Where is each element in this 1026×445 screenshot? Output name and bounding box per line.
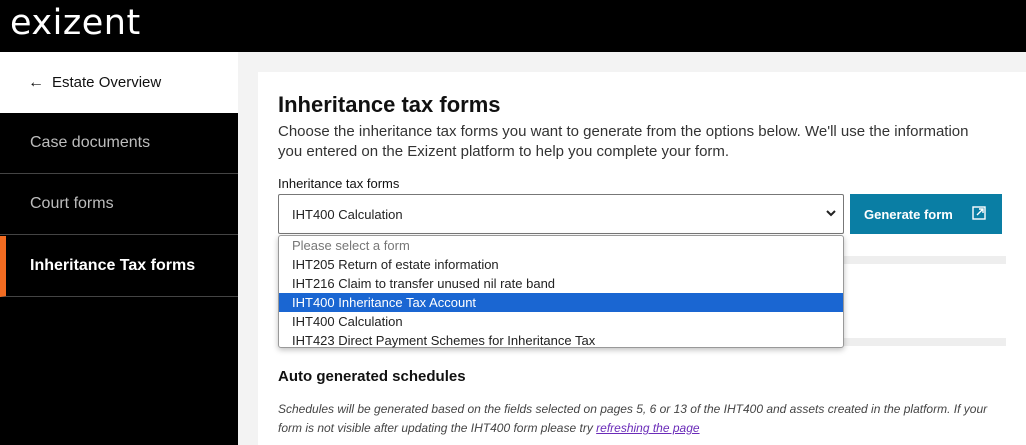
schedules-title: Auto generated schedules xyxy=(278,368,466,385)
sidebar: ← Estate Overview Case documents Court f… xyxy=(0,52,238,445)
form-select[interactable]: IHT400 Calculation xyxy=(278,194,844,234)
arrow-left-icon: ← xyxy=(28,73,44,91)
page-title: Inheritance tax forms xyxy=(278,92,501,117)
sidebar-item-case-documents[interactable]: Case documents xyxy=(0,113,238,174)
estate-overview-label: Estate Overview xyxy=(52,74,162,91)
top-bar: exizent xyxy=(0,0,1026,52)
form-dropdown-list[interactable]: Please select a form IHT205 Return of es… xyxy=(278,235,844,348)
dropdown-option-iht400-account[interactable]: IHT400 Inheritance Tax Account xyxy=(279,293,843,312)
divider xyxy=(844,338,1006,346)
dropdown-option-placeholder[interactable]: Please select a form xyxy=(279,236,843,255)
page-description: Choose the inheritance tax forms you wan… xyxy=(278,123,969,160)
dropdown-option-iht205[interactable]: IHT205 Return of estate information xyxy=(279,255,843,274)
sidebar-item-label: Case documents xyxy=(30,134,151,151)
schedules-note: Schedules will be generated based on the… xyxy=(278,400,1008,438)
sidebar-item-label: Inheritance Tax forms xyxy=(30,257,196,274)
sidebar-item-inheritance-tax-forms[interactable]: Inheritance Tax forms xyxy=(0,236,238,297)
form-select-label: Inheritance tax forms xyxy=(278,176,400,191)
dropdown-option-iht216[interactable]: IHT216 Claim to transfer unused nil rate… xyxy=(279,274,843,293)
exizent-logo[interactable]: exizent xyxy=(10,3,141,43)
chevron-down-icon xyxy=(826,210,836,217)
divider xyxy=(844,256,1006,264)
dropdown-option-iht400-calculation[interactable]: IHT400 Calculation xyxy=(279,312,843,331)
sidebar-item-label: Court forms xyxy=(30,195,114,212)
refresh-page-link[interactable]: refreshing the page xyxy=(596,421,699,435)
generate-form-button[interactable]: Generate form xyxy=(850,194,1002,234)
sidebar-item-court-forms[interactable]: Court forms xyxy=(0,174,238,235)
dropdown-option-iht423[interactable]: IHT423 Direct Payment Schemes for Inheri… xyxy=(279,331,843,350)
external-link-icon xyxy=(972,206,986,220)
generate-form-label: Generate form xyxy=(864,206,953,222)
estate-overview-link[interactable]: ← Estate Overview xyxy=(0,52,238,113)
form-select-value: IHT400 Calculation xyxy=(292,206,403,222)
